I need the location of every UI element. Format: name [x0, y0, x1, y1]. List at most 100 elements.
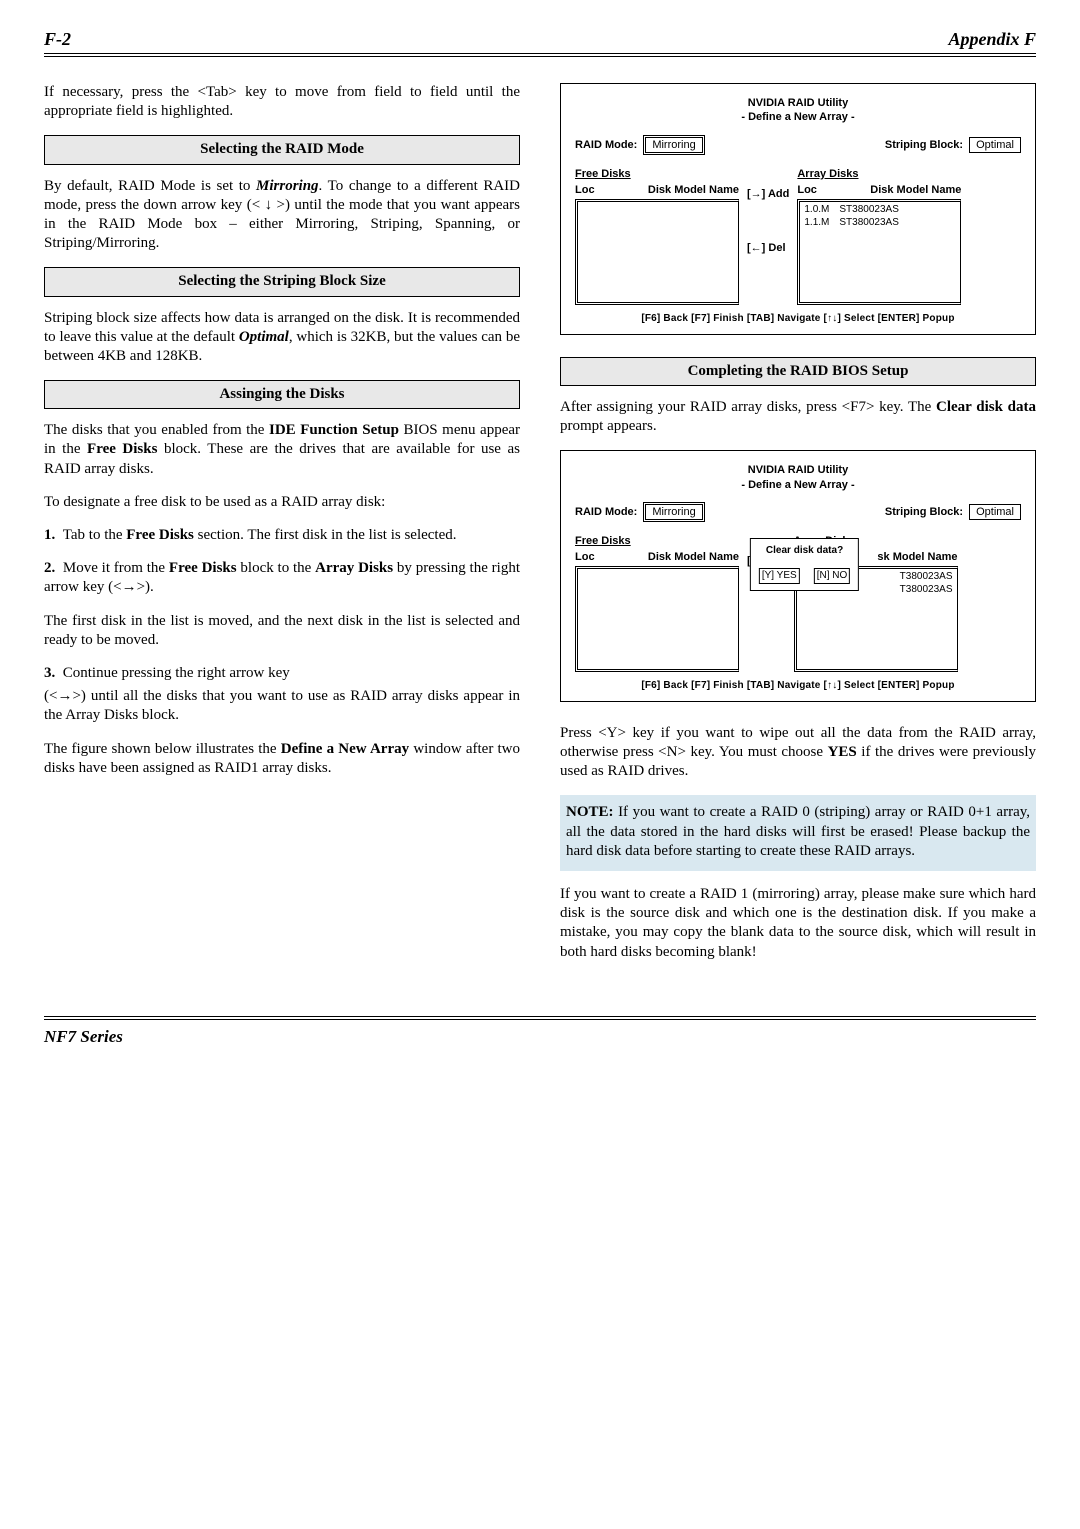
emphasis: Optimal: [239, 329, 289, 345]
list-item: 2. Move it from the Free Disks block to …: [44, 559, 520, 597]
free-disks-list: [575, 199, 739, 305]
text: prompt appears.: [560, 418, 657, 434]
add-button-label: [→] Add: [747, 187, 789, 201]
list-item: 1. Tab to the Free Disks section. The fi…: [44, 526, 520, 545]
raid-mode-field: RAID Mode: Mirroring: [575, 502, 705, 522]
panel-header: Free Disks: [575, 167, 739, 181]
bold: Free Disks: [126, 527, 194, 543]
col-label: sk Model Name: [877, 550, 957, 564]
header-right: Appendix F: [948, 28, 1036, 51]
body-text: (<→>) until all the disks that you want …: [44, 687, 520, 725]
disk-loc: 1.1.M: [804, 217, 829, 230]
right-column: NVIDIA RAID Utility - Define a New Array…: [560, 83, 1036, 976]
disk-loc: 1.0.M: [804, 204, 829, 217]
text: The figure shown below illustrates the: [44, 741, 281, 757]
list-num: 1.: [44, 527, 55, 543]
section-heading: Assinging the Disks: [44, 380, 520, 409]
panel-header: Free Disks: [575, 534, 739, 548]
figure-settings-row: RAID Mode: Mirroring Striping Block: Opt…: [575, 135, 1021, 155]
field-label: RAID Mode:: [575, 506, 637, 518]
bold: Array Disks: [315, 560, 393, 576]
move-buttons: [→] Add [←] Del: [747, 167, 789, 255]
field-value: Optimal: [969, 504, 1021, 520]
figure-settings-row: RAID Mode: Mirroring Striping Block: Opt…: [575, 502, 1021, 522]
list-num: 2.: [44, 560, 55, 576]
bold: YES: [828, 744, 857, 760]
body-text: If you want to create a RAID 1 (mirrorin…: [560, 885, 1036, 962]
col-label: Loc: [575, 550, 595, 564]
figure-footer-keys: [F6] Back [F7] Finish [TAB] Navigate [↑↓…: [575, 680, 1021, 693]
striping-block-field: Striping Block: Optimal: [885, 502, 1021, 522]
panel-cols: Loc Disk Model Name: [575, 550, 739, 564]
text: After assigning your RAID array disks, p…: [560, 399, 936, 415]
clear-disk-popup: Clear disk data? [Y] YES [N] NO: [750, 538, 859, 592]
field-label: Striping Block:: [885, 139, 963, 151]
field-label: RAID Mode:: [575, 139, 637, 151]
body-text: By default, RAID Mode is set to Mirrorin…: [44, 177, 520, 254]
text: By default, RAID Mode is set to: [44, 178, 256, 194]
title-line: - Define a New Array -: [741, 479, 854, 491]
bold: IDE Function Setup: [269, 422, 399, 438]
list-num: 3.: [44, 665, 55, 681]
text: Move it from the: [63, 560, 169, 576]
array-disks-list: 1.0.M ST380023AS 1.1.MST380023AS: [797, 199, 961, 305]
bold: Free Disks: [169, 560, 237, 576]
panel-cols: Loc Disk Model Name: [797, 183, 961, 197]
note-label: NOTE:: [566, 804, 614, 820]
note-box: NOTE: If you want to create a RAID 0 (st…: [560, 795, 1036, 871]
col-label: Disk Model Name: [648, 183, 739, 197]
figure-footer-keys: [F6] Back [F7] Finish [TAB] Navigate [↑↓…: [575, 313, 1021, 326]
free-disks-panel: Free Disks Loc Disk Model Name: [575, 167, 739, 305]
section-heading: Selecting the Striping Block Size: [44, 267, 520, 296]
popup-yes: [Y] YES: [759, 568, 800, 585]
left-column: If necessary, press the <Tab> key to mov…: [44, 83, 520, 976]
text: Tab to the: [63, 527, 127, 543]
figure-title: NVIDIA RAID Utility - Define a New Array…: [575, 96, 1021, 125]
body-text: The disks that you enabled from the IDE …: [44, 421, 520, 479]
disk-row: 1.0.M ST380023AS: [804, 204, 956, 217]
popup-question: Clear disk data?: [759, 545, 850, 558]
body-text: To designate a free disk to be used as a…: [44, 493, 520, 512]
popup-no: [N] NO: [814, 568, 851, 585]
striping-block-field: Striping Block: Optimal: [885, 135, 1021, 155]
field-value: Optimal: [969, 137, 1021, 153]
two-column-layout: If necessary, press the <Tab> key to mov…: [44, 83, 1036, 976]
header-left: F-2: [44, 28, 71, 51]
section-heading: Completing the RAID BIOS Setup: [560, 357, 1036, 386]
disk-row: 1.1.MST380023AS: [804, 217, 956, 230]
col-label: Disk Model Name: [648, 550, 739, 564]
popup-options: [Y] YES [N] NO: [759, 568, 850, 585]
body-text: The first disk in the list is moved, and…: [44, 612, 520, 650]
field-value: Mirroring: [643, 502, 704, 522]
disk-name: ST380023AS: [839, 204, 899, 217]
body-text: The figure shown below illustrates the D…: [44, 740, 520, 778]
field-label: Striping Block:: [885, 506, 963, 518]
bold: Clear disk data: [936, 399, 1036, 415]
free-disks-list: [575, 566, 739, 672]
figure-panels: Free Disks Loc Disk Model Name [→] Add […: [575, 167, 1021, 305]
text: Continue pressing the right arrow key: [63, 665, 290, 681]
text: The disks that you enabled from the: [44, 422, 269, 438]
col-label: Loc: [575, 183, 595, 197]
body-text: Press <Y> key if you want to wipe out al…: [560, 724, 1036, 782]
del-button-label: [←] Del: [747, 241, 789, 255]
text: block to the: [237, 560, 316, 576]
body-text: Striping block size affects how data is …: [44, 309, 520, 367]
emphasis: Mirroring: [256, 178, 319, 194]
title-line: NVIDIA RAID Utility: [748, 97, 848, 109]
col-label: Loc: [797, 183, 817, 197]
page-header: F-2 Appendix F: [44, 28, 1036, 57]
raid-mode-field: RAID Mode: Mirroring: [575, 135, 705, 155]
raid-utility-figure-popup: NVIDIA RAID Utility - Define a New Array…: [560, 450, 1036, 702]
note-text: If you want to create a RAID 0 (striping…: [566, 804, 1030, 858]
bold: Define a New Array: [281, 741, 409, 757]
list-item: 3. Continue pressing the right arrow key: [44, 664, 520, 683]
array-disks-panel: Array Disks Loc Disk Model Name 1.0.M ST3…: [797, 167, 961, 305]
body-text: If necessary, press the <Tab> key to mov…: [44, 83, 520, 121]
body-text: After assigning your RAID array disks, p…: [560, 398, 1036, 436]
panel-header: Array Disks: [797, 167, 961, 181]
section-heading: Selecting the RAID Mode: [44, 135, 520, 164]
col-label: Disk Model Name: [870, 183, 961, 197]
title-line: - Define a New Array -: [741, 111, 854, 123]
free-disks-panel: Free Disks Loc Disk Model Name: [575, 534, 739, 672]
